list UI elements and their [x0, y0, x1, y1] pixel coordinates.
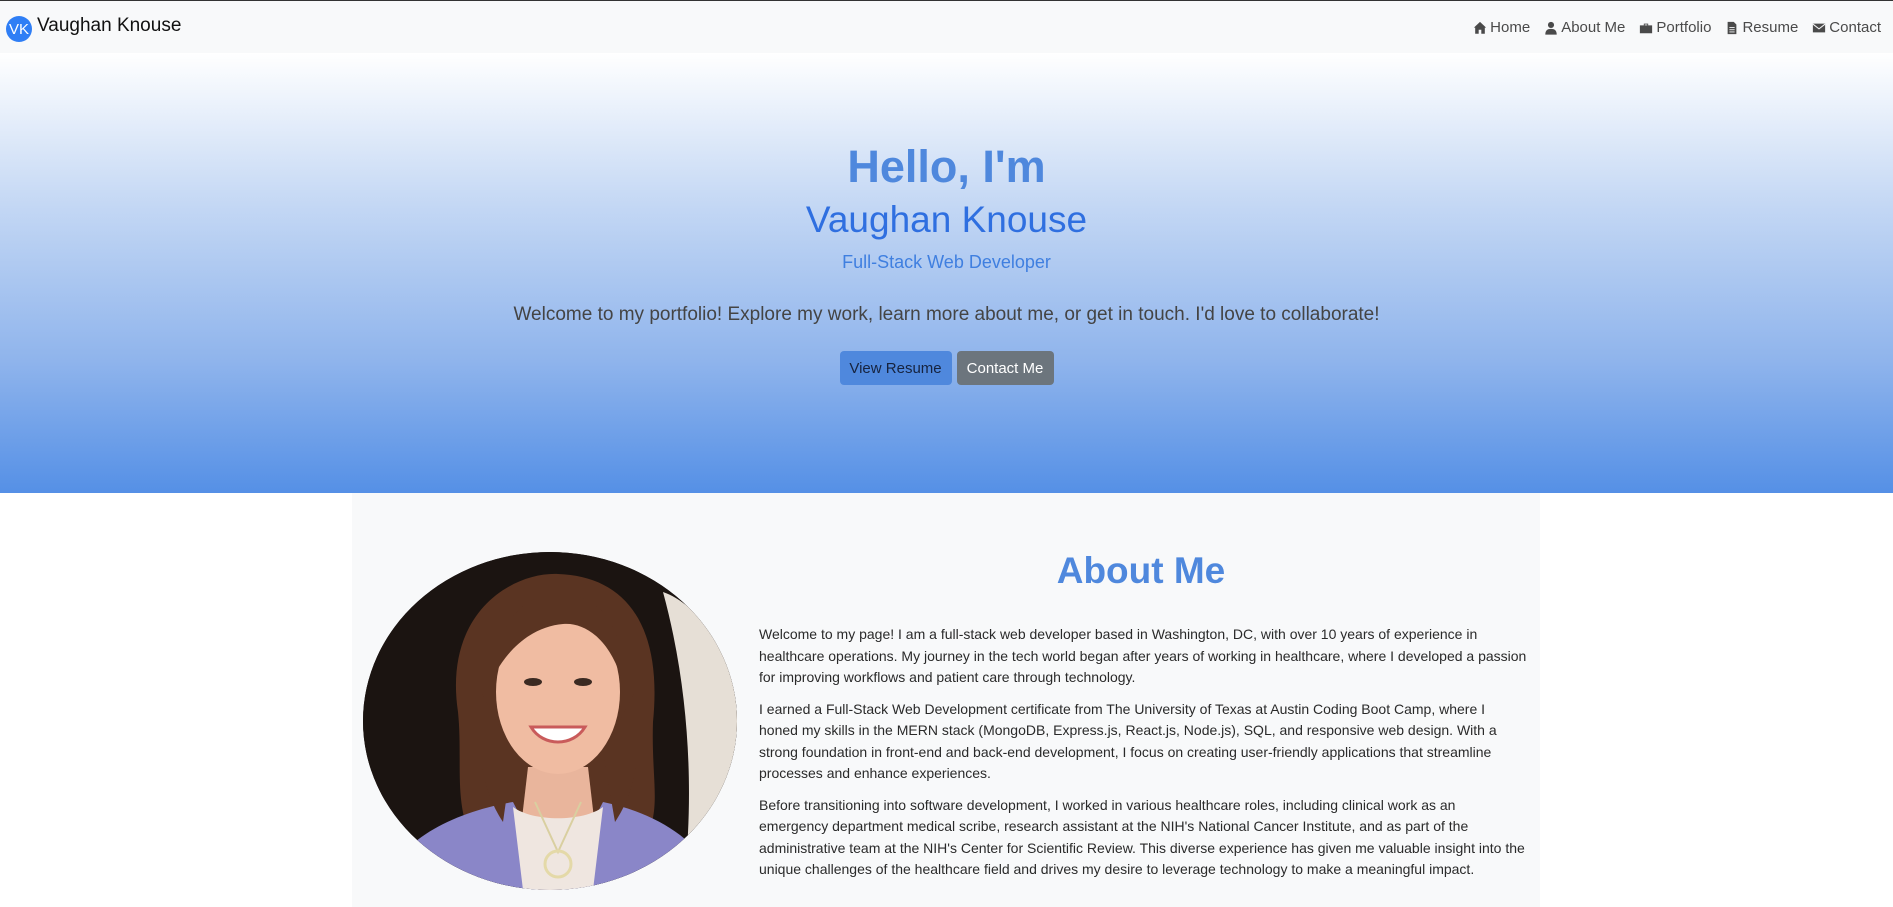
hero-name: Vaughan Knouse	[805, 199, 1088, 240]
hero-section: Hello, I'm Vaughan Knouse Full-Stack Web…	[0, 53, 1893, 493]
view-resume-button[interactable]: View Resume	[839, 351, 952, 385]
nav-item-contact-label: Contact	[1829, 19, 1881, 36]
nav-item-contact[interactable]: Contact	[1812, 19, 1881, 36]
profile-photo	[363, 552, 737, 890]
file-icon	[1728, 21, 1737, 34]
hero-welcome-text: Welcome to my portfolio! Explore my work…	[513, 304, 1380, 325]
about-section: About Me Welcome to my page! I am a full…	[352, 493, 1540, 907]
hero-greeting: Hello, I'm	[847, 141, 1046, 192]
nav-item-resume-label: Resume	[1742, 19, 1799, 36]
brand-logo: VK	[6, 16, 32, 42]
user-icon	[1545, 21, 1557, 35]
about-paragraph-2: I earned a Full-Stack Web Development ce…	[759, 700, 1497, 782]
contact-me-button[interactable]: Contact Me	[956, 351, 1054, 385]
nav-item-about-label: About Me	[1561, 19, 1626, 36]
nav-item-portfolio[interactable]: Portfolio	[1639, 19, 1711, 36]
briefcase-icon	[1640, 23, 1653, 33]
home-icon	[1474, 21, 1487, 34]
hero-role: Full-Stack Web Developer	[842, 252, 1051, 272]
envelope-icon	[1812, 23, 1826, 32]
nav-links: Home About Me Portfolio Resume Contact	[1459, 19, 1881, 36]
navbar: VK Vaughan Knouse Home About Me Portfoli…	[0, 1, 1893, 53]
about-text: Welcome to my page! I am a full-stack we…	[759, 624, 1527, 891]
about-paragraph-1: Welcome to my page! I am a full-stack we…	[759, 626, 1527, 685]
about-title: About Me	[1056, 550, 1226, 591]
nav-item-about[interactable]: About Me	[1544, 19, 1625, 36]
hero-buttons: View Resume Contact Me	[0, 351, 1893, 385]
brand-link[interactable]: VK Vaughan Knouse	[6, 15, 182, 42]
brand-name: Vaughan Knouse	[37, 15, 182, 36]
nav-item-resume[interactable]: Resume	[1725, 19, 1798, 36]
nav-item-portfolio-label: Portfolio	[1656, 19, 1712, 36]
nav-item-home-label: Home	[1490, 19, 1531, 36]
about-paragraph-3: Before transitioning into software devel…	[759, 796, 1525, 878]
nav-item-home[interactable]: Home	[1473, 19, 1530, 36]
